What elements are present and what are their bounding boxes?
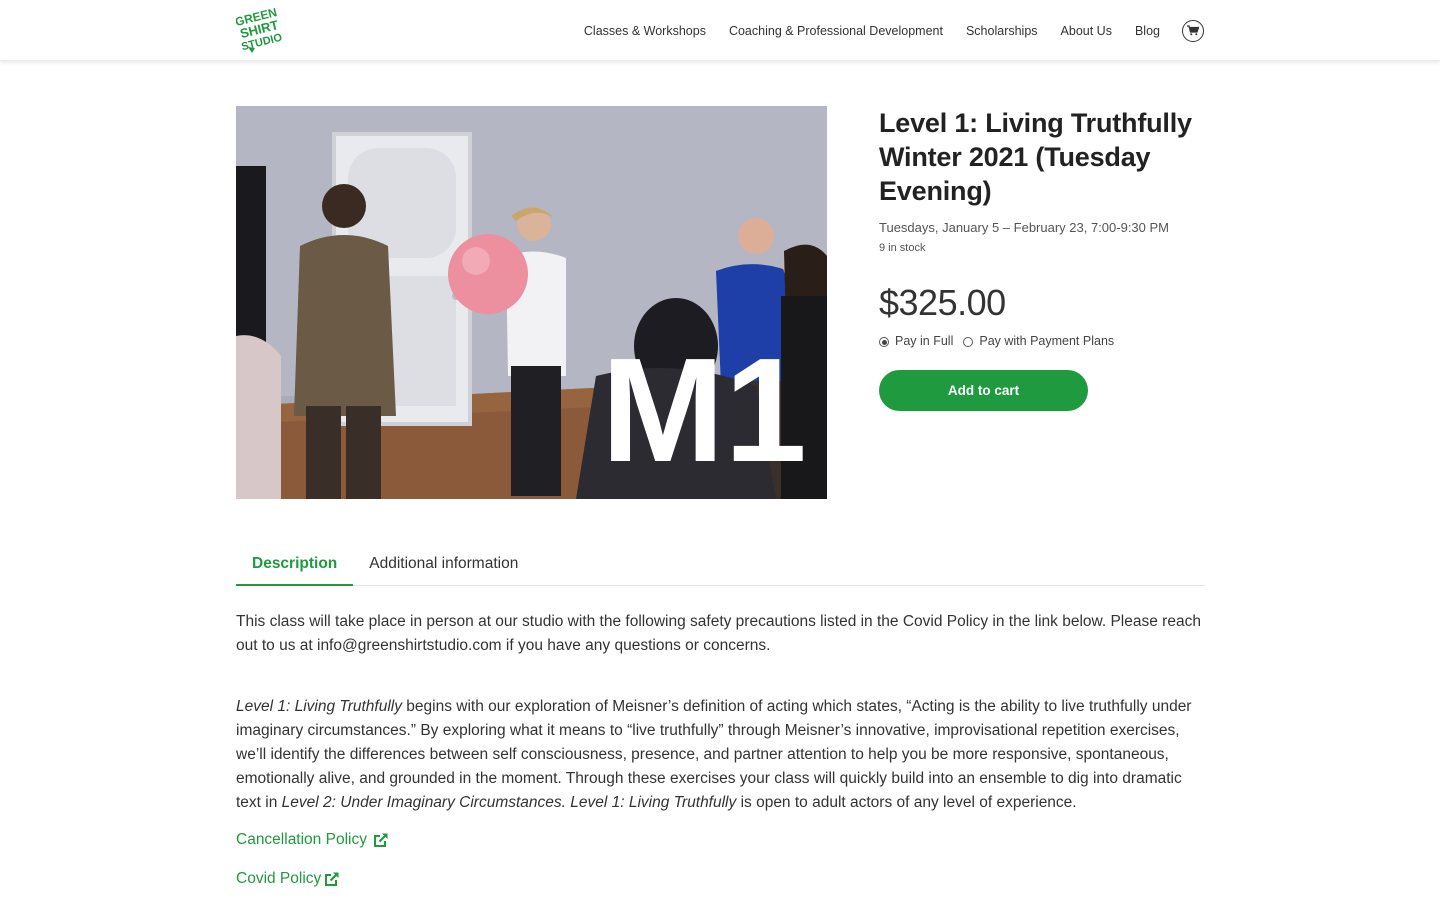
payment-plans-label: Pay with Payment Plans (979, 334, 1115, 348)
covid-policy-link[interactable]: Covid Policy (236, 867, 1205, 891)
paragraph-text: is open to adult actors of any level of … (736, 794, 1077, 811)
covid-policy-label: Covid Policy (236, 870, 322, 887)
cart-icon (1187, 25, 1199, 36)
image-overlay-text: M1 (601, 328, 807, 493)
stock-status: 9 in stock (879, 242, 926, 254)
cancellation-policy-label: Cancellation Policy (236, 831, 367, 848)
radio-unselected-icon (963, 337, 974, 347)
main-nav: Classes & Workshops Coaching & Professio… (561, 0, 1204, 61)
nav-blog[interactable]: Blog (1135, 24, 1160, 38)
radio-selected-icon (879, 337, 889, 347)
product-title: Level 1: Living Truthfully Winter 2021 (… (879, 108, 1192, 206)
cancellation-policy-link[interactable]: Cancellation Policy (236, 828, 1205, 852)
external-link-icon (325, 872, 339, 886)
description-content: This class will take place in person at … (236, 610, 1205, 900)
cart-button[interactable] (1182, 19, 1204, 42)
course-name-italic: Level 1: Living Truthfully (236, 698, 402, 715)
green-shirt-studio-logo: GREEN SHIRT STUDIO (234, 5, 284, 53)
add-to-cart-button[interactable]: Add to cart (879, 370, 1088, 411)
description-paragraph-2: Level 1: Living Truthfully begins with o… (236, 695, 1205, 815)
pay-in-full-label: Pay in Full (895, 334, 954, 348)
product-tabs: Description Additional information (236, 545, 1205, 586)
site-header: GREEN SHIRT STUDIO Classes & Workshops C… (0, 0, 1440, 61)
tab-additional-information[interactable]: Additional information (353, 545, 534, 586)
product-price: $325.00 (879, 282, 1006, 323)
nav-classes-workshops[interactable]: Classes & Workshops (584, 24, 706, 38)
nav-about-us[interactable]: About Us (1061, 24, 1112, 38)
pay-in-full-radio[interactable]: Pay in Full (879, 334, 953, 348)
tab-description[interactable]: Description (236, 545, 354, 586)
product-summary: Level 1: Living Truthfully Winter 2021 (… (879, 106, 1205, 411)
course-name-italic: Level 2: Under Imaginary Circumstances. … (281, 794, 737, 811)
payment-options: Pay in Full Pay with Payment Plans (879, 334, 1205, 348)
nav-coaching[interactable]: Coaching & Professional Development (729, 24, 943, 38)
description-paragraph-1: This class will take place in person at … (236, 613, 1201, 654)
nav-scholarships[interactable]: Scholarships (966, 24, 1038, 38)
payment-plans-radio[interactable]: Pay with Payment Plans (963, 334, 1114, 348)
class-schedule: Tuesdays, January 5 – February 23, 7:00-… (879, 220, 1170, 235)
external-link-icon (373, 833, 388, 847)
class-photo: M1 (236, 106, 827, 499)
site-logo[interactable]: GREEN SHIRT STUDIO (234, 5, 288, 54)
product-image[interactable]: M1 (236, 106, 827, 499)
